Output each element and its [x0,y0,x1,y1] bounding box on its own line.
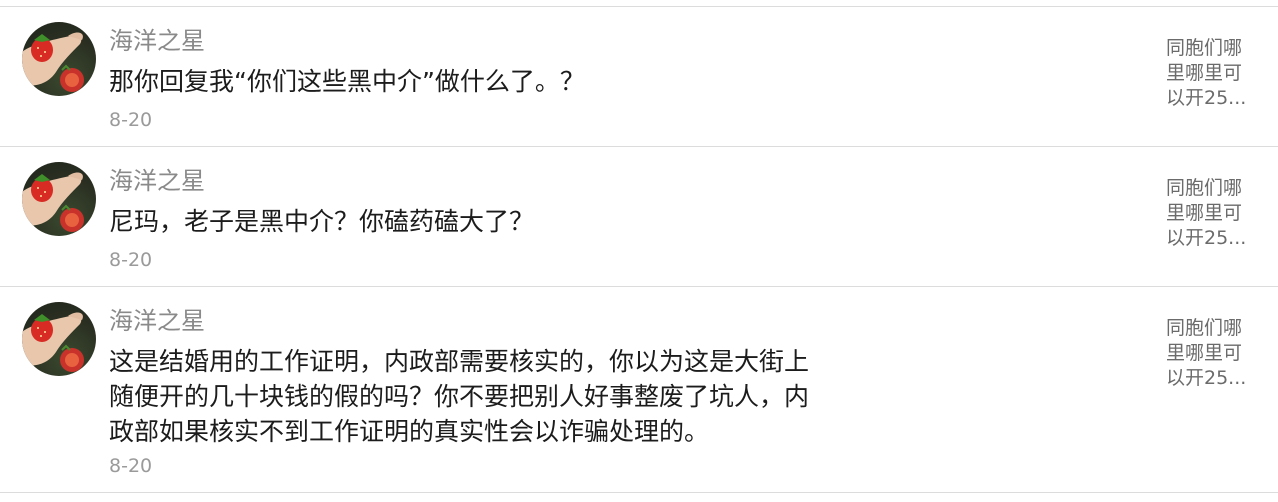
avatar-hand-strawberry-icon [22,312,84,372]
comment-row[interactable]: 海洋之星 尼玛，老子是黑中介？你磕药磕大了？ 8-20 同胞们哪 里哪里可 以开… [0,146,1278,286]
preview-line: 以开25... [1166,227,1247,249]
comment-date: 8-20 [109,249,153,271]
comment-text-line: 这是结婚用的工作证明，内政部需要核实的，你以为这是大街上 [109,347,810,376]
username[interactable]: 海洋之星 [109,164,205,198]
preview-line: 以开25... [1166,87,1247,109]
preview-line: 同胞们哪 [1166,37,1243,59]
comment-text: 这是结婚用的工作证明，内政部需要核实的，你以为这是大街上 随便开的几十块钱的假的… [109,344,889,449]
preview-line: 里哪里可 [1166,62,1243,84]
comment-text: 尼玛，老子是黑中介？你磕药磕大了？ [109,207,535,236]
comment-list: 海洋之星 那你回复我“你们这些黑中介”做什么了。？ 8-20 同胞们哪 里哪里可… [0,0,1278,502]
reply-preview[interactable]: 同胞们哪 里哪里可 以开25... [1166,176,1252,251]
comment-text-line: 随便开的几十块钱的假的吗？你不要把别人好事整废了坑人，内 [109,382,810,411]
preview-line: 以开25... [1166,367,1247,389]
reply-preview[interactable]: 同胞们哪 里哪里可 以开25... [1166,36,1252,111]
comment-date: 8-20 [109,109,153,131]
divider [0,492,1278,493]
preview-line: 里哪里可 [1166,202,1243,224]
avatar[interactable] [22,22,96,96]
preview-line: 同胞们哪 [1166,177,1243,199]
preview-line: 里哪里可 [1166,342,1243,364]
username[interactable]: 海洋之星 [109,304,205,338]
avatar-hand-strawberry-icon [22,172,84,232]
username[interactable]: 海洋之星 [109,24,205,58]
reply-preview[interactable]: 同胞们哪 里哪里可 以开25... [1166,316,1252,391]
comment-date: 8-20 [109,455,153,477]
comment-text: 那你回复我“你们这些黑中介”做什么了。？ [109,67,585,96]
comment-row[interactable]: 海洋之星 这是结婚用的工作证明，内政部需要核实的，你以为这是大街上 随便开的几十… [0,286,1278,492]
preview-line: 同胞们哪 [1166,317,1243,339]
avatar[interactable] [22,162,96,236]
avatar-hand-strawberry-icon [22,32,84,92]
comment-text-line: 政部如果核实不到工作证明的真实性会以诈骗处理的。 [109,417,710,446]
comment-row[interactable]: 海洋之星 那你回复我“你们这些黑中介”做什么了。？ 8-20 同胞们哪 里哪里可… [0,6,1278,146]
avatar[interactable] [22,302,96,376]
